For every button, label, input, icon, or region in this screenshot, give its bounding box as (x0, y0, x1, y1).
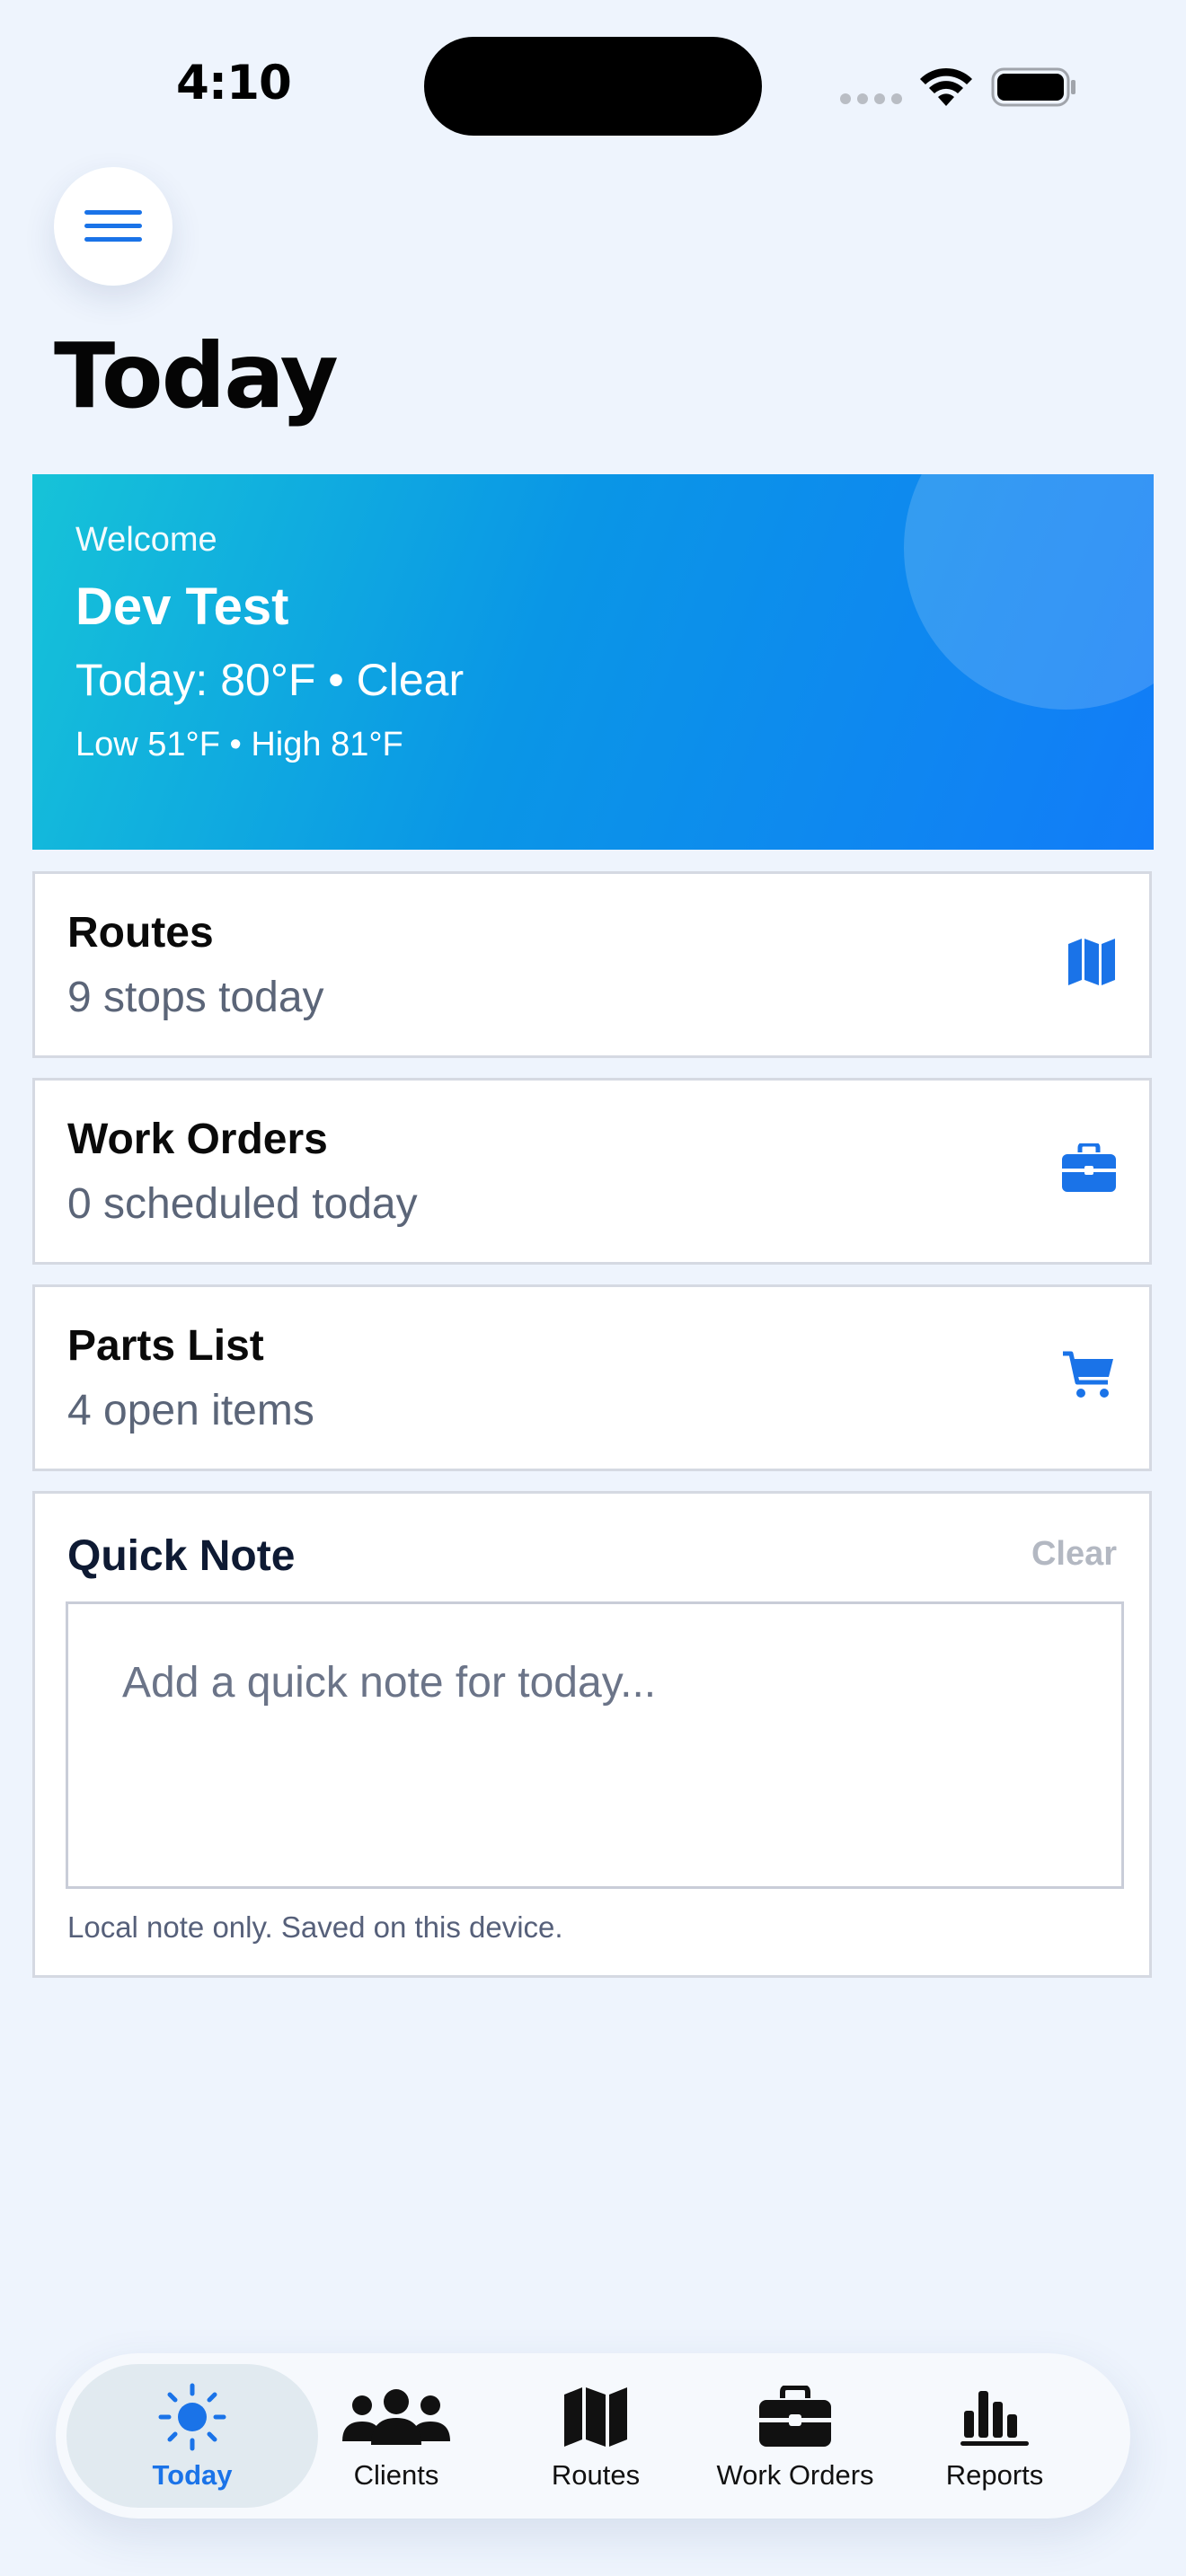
temperature-range: Low 51°F • High 81°F (75, 726, 403, 763)
welcome-label: Welcome (75, 521, 217, 559)
user-name: Dev Test (75, 578, 289, 636)
welcome-card: Welcome Dev Test Today: 80°F • Clear Low… (32, 474, 1154, 850)
quick-note-footer: Local note only. Saved on this device. (67, 1910, 563, 1944)
tab-bar: Today Clients Routes Work Orders Reports (56, 2353, 1130, 2519)
briefcase-icon (759, 2386, 831, 2447)
tab-label: Today (152, 2459, 233, 2491)
cellular-signal-icon (840, 93, 902, 104)
battery-icon (991, 67, 1075, 107)
cart-icon (1063, 1351, 1113, 1398)
card-subtitle: 9 stops today (67, 974, 324, 1021)
chart-icon (960, 2391, 1029, 2446)
parts-list-card[interactable]: Parts List 4 open items (32, 1284, 1152, 1471)
card-subtitle: 0 scheduled today (67, 1180, 418, 1228)
map-icon (564, 2387, 627, 2447)
tab-label: Clients (353, 2459, 439, 2491)
tab-label: Reports (945, 2459, 1044, 2491)
hamburger-icon (84, 210, 142, 242)
briefcase-icon (1062, 1143, 1116, 1192)
tab-clients[interactable]: Clients (296, 2364, 496, 2508)
people-icon (342, 2389, 450, 2445)
weather-summary: Today: 80°F • Clear (75, 655, 465, 705)
tab-reports[interactable]: Reports (895, 2364, 1094, 2508)
page-title: Today (54, 323, 339, 428)
routes-card[interactable]: Routes 9 stops today (32, 871, 1152, 1058)
clear-note-button[interactable]: Clear (1031, 1535, 1117, 1574)
card-title: Routes (67, 909, 214, 957)
wifi-icon (920, 67, 972, 106)
quick-note-title: Quick Note (67, 1532, 296, 1580)
dynamic-island (424, 37, 762, 136)
card-subtitle: 4 open items (67, 1387, 314, 1434)
card-title: Work Orders (67, 1116, 328, 1163)
status-time: 4:10 (176, 56, 292, 110)
tab-work-orders[interactable]: Work Orders (695, 2364, 895, 2508)
sun-icon (158, 2383, 226, 2451)
quick-note-card: Quick Note Clear Local note only. Saved … (32, 1491, 1152, 1978)
work-orders-card[interactable]: Work Orders 0 scheduled today (32, 1078, 1152, 1265)
card-title: Parts List (67, 1322, 264, 1370)
map-icon (1068, 939, 1115, 985)
tab-label: Routes (551, 2459, 641, 2491)
decorative-circle (904, 474, 1154, 710)
tab-label: Work Orders (716, 2459, 874, 2491)
tab-today[interactable]: Today (66, 2364, 318, 2508)
tab-routes[interactable]: Routes (496, 2364, 695, 2508)
menu-button[interactable] (54, 167, 173, 286)
quick-note-input[interactable] (66, 1601, 1124, 1889)
